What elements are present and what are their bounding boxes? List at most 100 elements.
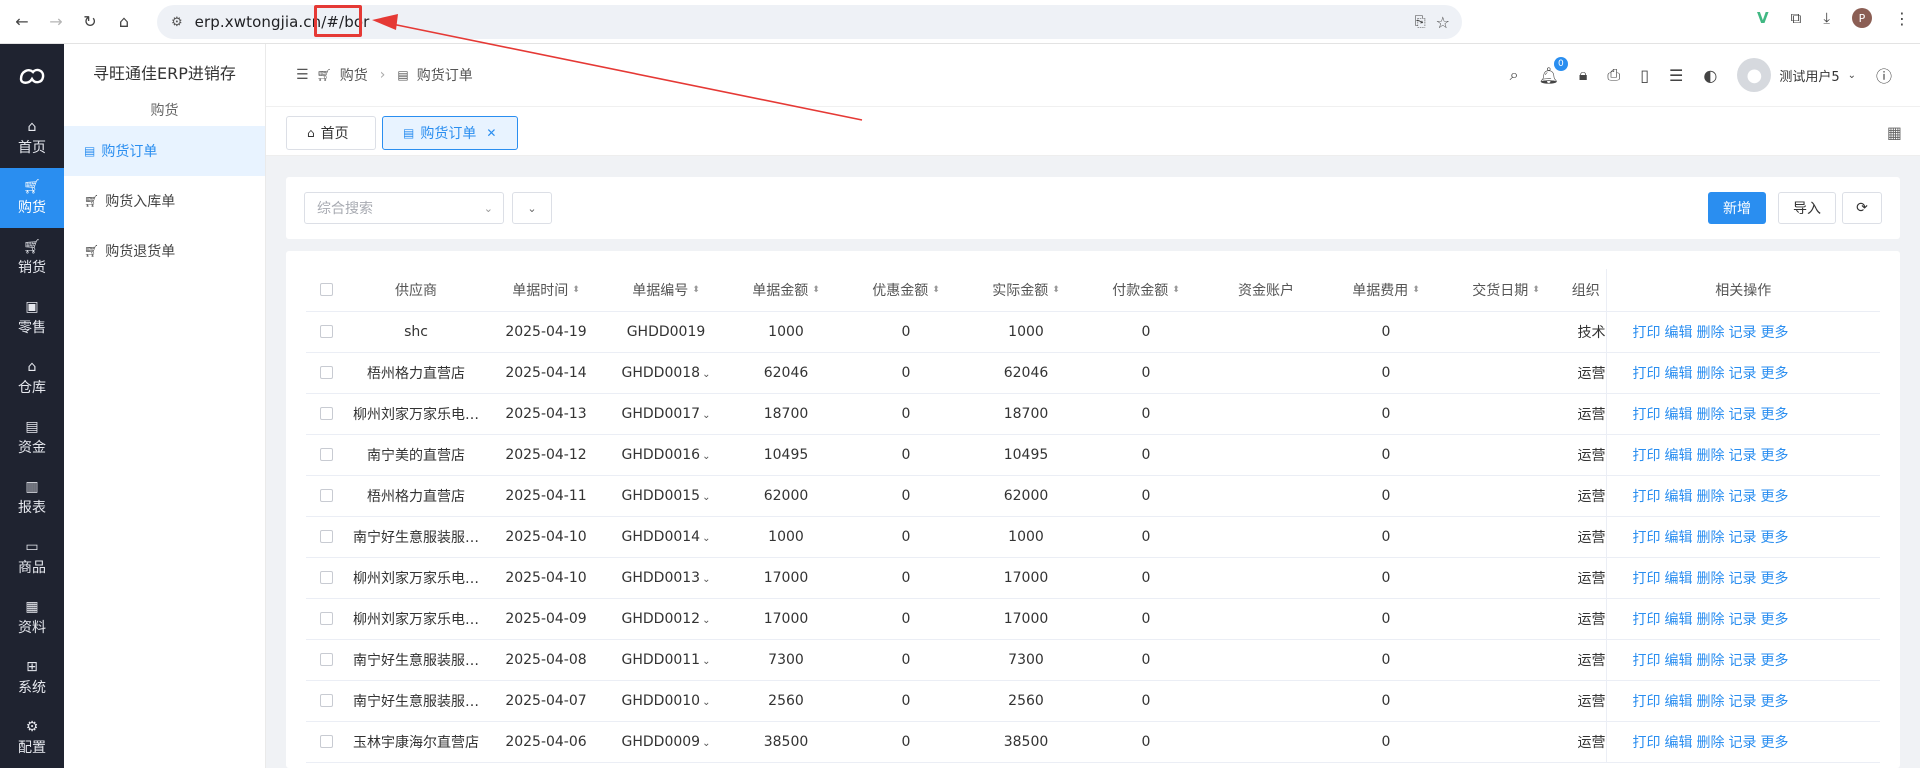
action-link[interactable]: 记录 (1729, 366, 1757, 382)
chevron-down-icon[interactable]: ⌄ (702, 410, 710, 421)
forward-arrow-icon[interactable]: → (44, 10, 68, 34)
tab-purchase-order[interactable]: ▤ 购货订单 ✕ (382, 116, 518, 150)
row-checkbox[interactable] (319, 489, 333, 502)
chevron-down-icon[interactable]: ⌄ (702, 697, 710, 708)
action-link[interactable]: 打印 (1633, 612, 1661, 628)
sort-icon[interactable]: ⬍ (692, 286, 700, 295)
action-link[interactable]: 更多 (1761, 489, 1789, 505)
expand-filter-button[interactable]: ⌄ (512, 192, 552, 224)
row-checkbox[interactable] (319, 448, 333, 461)
layout-rows-icon[interactable]: ☰ (1669, 66, 1683, 85)
action-link[interactable]: 编辑 (1665, 612, 1693, 628)
download-icon[interactable]: ⤓ (1823, 9, 1830, 27)
bell-icon[interactable]: 🔔︎ 0 (1539, 56, 1568, 85)
action-link[interactable]: 编辑 (1665, 571, 1693, 587)
action-link[interactable]: 编辑 (1665, 694, 1693, 710)
sub-nav-item-1[interactable]: 🛒︎ 购货入库单 (64, 176, 265, 226)
action-link[interactable]: 打印 (1633, 448, 1661, 464)
close-icon[interactable]: ✕ (486, 126, 496, 140)
row-checkbox[interactable] (319, 530, 333, 543)
nav-item-8[interactable]: ▦ 资料 (0, 588, 64, 648)
chevron-down-icon[interactable]: ⌄ (702, 738, 710, 749)
action-link[interactable]: 打印 (1633, 366, 1661, 382)
install-app-icon[interactable]: ⎘ (1414, 14, 1425, 30)
action-link[interactable]: 删除 (1697, 694, 1725, 710)
chevron-down-icon[interactable]: ⌄ (702, 492, 710, 503)
action-link[interactable]: 更多 (1761, 407, 1789, 423)
action-link[interactable]: 删除 (1697, 366, 1725, 382)
action-link[interactable]: 记录 (1729, 448, 1757, 464)
action-link[interactable]: 删除 (1697, 448, 1725, 464)
nav-item-4[interactable]: ⌂ 仓库 (0, 348, 64, 408)
action-link[interactable]: 更多 (1761, 735, 1789, 751)
sub-nav-item-2[interactable]: 🛒︎ 购货退货单 (64, 226, 265, 276)
action-link[interactable]: 打印 (1633, 735, 1661, 751)
row-checkbox[interactable] (319, 407, 333, 420)
avatar[interactable]: ● (1737, 58, 1772, 92)
action-link[interactable]: 删除 (1697, 571, 1725, 587)
column-header[interactable]: 单据费用 ⬍ (1326, 269, 1446, 312)
column-header[interactable]: 单据编号 ⬍ (606, 269, 726, 312)
action-link[interactable]: 删除 (1697, 325, 1725, 341)
import-button[interactable]: 导入 (1778, 192, 1836, 224)
sort-icon[interactable]: ⬍ (572, 286, 580, 295)
user-name[interactable]: 测试用户5 (1779, 66, 1839, 85)
browser-menu-icon[interactable]: ⋮ (1894, 9, 1910, 28)
action-link[interactable]: 更多 (1761, 530, 1789, 546)
lock-icon[interactable]: 🔒︎ (1579, 65, 1588, 85)
nav-item-2[interactable]: 🛒︎ 销货 (0, 228, 64, 288)
nav-item-9[interactable]: ⊞ 系统 (0, 648, 64, 708)
nav-item-7[interactable]: ▭ 商品 (0, 528, 64, 588)
search-icon[interactable]: ⌕ (1510, 65, 1519, 85)
bookmark-star-icon[interactable]: ☆ (1436, 13, 1450, 32)
action-link[interactable]: 编辑 (1665, 407, 1693, 423)
action-link[interactable]: 记录 (1729, 653, 1757, 669)
action-link[interactable]: 删除 (1697, 653, 1725, 669)
action-link[interactable]: 记录 (1729, 489, 1757, 505)
action-link[interactable]: 记录 (1729, 407, 1757, 423)
nav-item-1[interactable]: 🛒︎ 购货 (0, 168, 64, 228)
user-menu[interactable]: ● 测试用户5 ⌄ (1737, 58, 1856, 92)
column-header[interactable]: 实际金额 ⬍ (966, 269, 1086, 312)
breadcrumb-item-purchase[interactable]: 购货 (340, 65, 368, 85)
sort-icon[interactable]: ⬍ (932, 286, 940, 295)
profile-avatar[interactable]: P (1852, 8, 1872, 28)
chevron-down-icon[interactable]: ⌄ (702, 451, 710, 462)
action-link[interactable]: 更多 (1761, 325, 1789, 341)
action-link[interactable]: 编辑 (1665, 735, 1693, 751)
action-link[interactable]: 编辑 (1665, 448, 1693, 464)
row-checkbox[interactable] (319, 735, 333, 748)
palette-icon[interactable]: ◐ (1703, 66, 1717, 85)
tab-home[interactable]: ⌂ 首页 (286, 116, 376, 150)
nav-item-5[interactable]: ▤ 资金 (0, 408, 64, 468)
column-header[interactable]: 付款金额 ⬍ (1086, 269, 1206, 312)
back-arrow-icon[interactable]: ← (10, 10, 34, 34)
refresh-button[interactable]: ⟳ (1842, 192, 1882, 224)
action-link[interactable]: 删除 (1697, 489, 1725, 505)
printer-icon[interactable]: ⎙ (1607, 65, 1620, 85)
row-checkbox[interactable] (319, 571, 333, 584)
action-link[interactable]: 更多 (1761, 612, 1789, 628)
action-link[interactable]: 编辑 (1665, 653, 1693, 669)
action-link[interactable]: 打印 (1633, 571, 1661, 587)
nav-item-6[interactable]: ▥ 报表 (0, 468, 64, 528)
action-link[interactable]: 打印 (1633, 530, 1661, 546)
action-link[interactable]: 打印 (1633, 407, 1661, 423)
mobile-icon[interactable]: ▯ (1640, 66, 1649, 85)
action-link[interactable]: 更多 (1761, 694, 1789, 710)
select-all-checkbox[interactable] (319, 283, 333, 297)
extensions-icon[interactable]: ⧉ (1791, 9, 1802, 27)
row-checkbox[interactable] (319, 325, 333, 338)
row-checkbox[interactable] (319, 694, 333, 707)
action-link[interactable]: 打印 (1633, 694, 1661, 710)
chevron-down-icon[interactable]: ⌄ (702, 615, 710, 626)
action-link[interactable]: 编辑 (1665, 489, 1693, 505)
nav-item-0[interactable]: ⌂ 首页 (0, 108, 64, 168)
sort-icon[interactable]: ⬍ (812, 286, 820, 295)
sort-icon[interactable]: ⬍ (1052, 286, 1060, 295)
add-button[interactable]: 新增 (1708, 192, 1766, 224)
action-link[interactable]: 更多 (1761, 653, 1789, 669)
action-link[interactable]: 记录 (1729, 325, 1757, 341)
action-link[interactable]: 删除 (1697, 735, 1725, 751)
action-link[interactable]: 删除 (1697, 530, 1725, 546)
